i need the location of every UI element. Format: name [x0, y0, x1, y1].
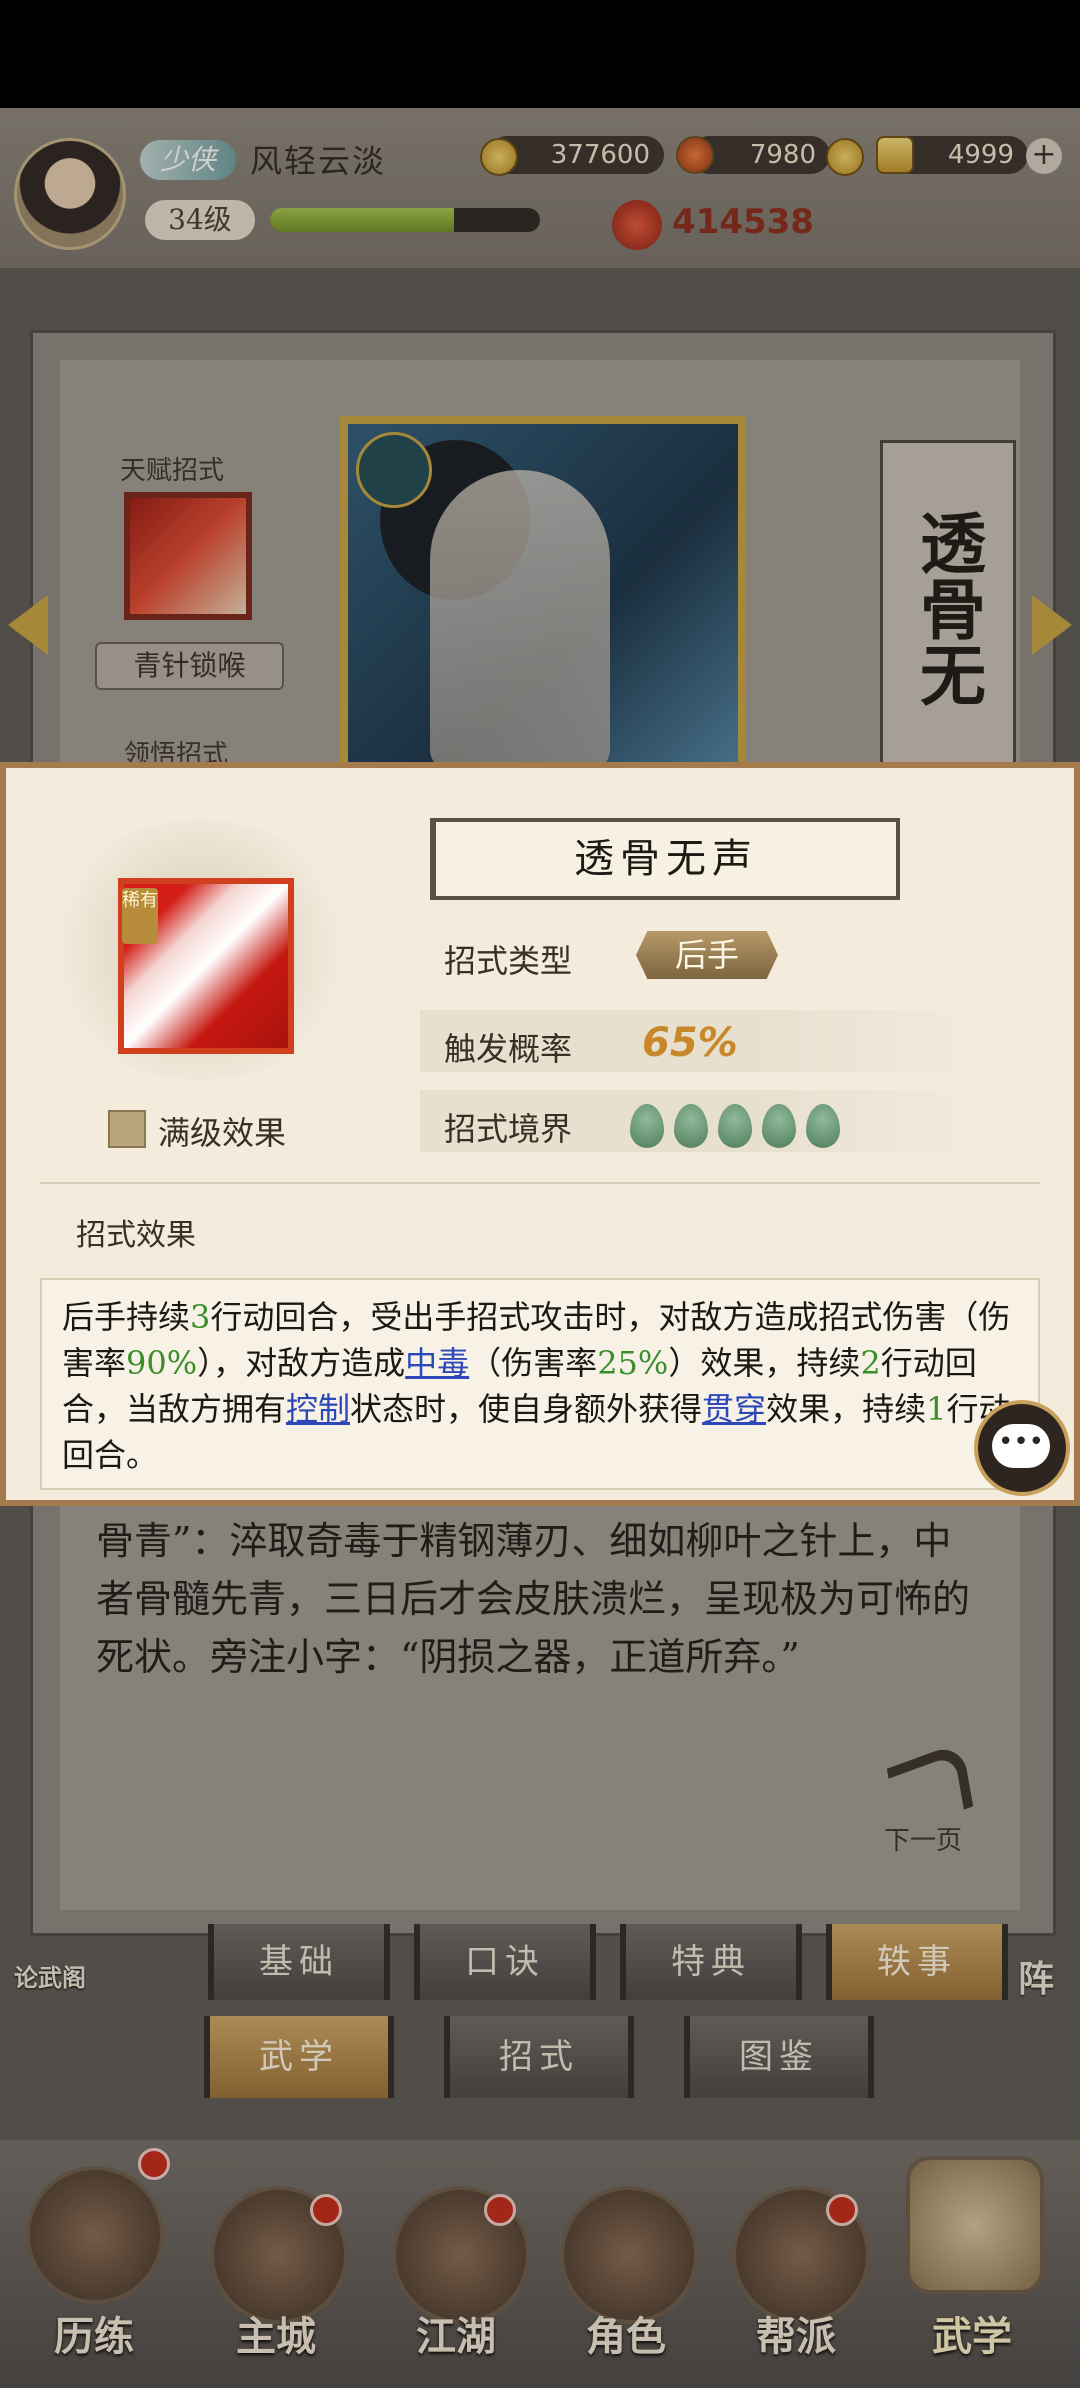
- effect-keyword-link[interactable]: 中毒: [405, 1344, 469, 1382]
- effect-keyword-link[interactable]: 贯穿: [702, 1390, 766, 1428]
- realm-tier-icon: [630, 1104, 664, 1148]
- effect-title: 招式效果: [76, 1218, 196, 1253]
- effect-description: 后手持续3行动回合，受出手招式攻击时，对敌方造成招式伤害（伤害率90%），对敌方…: [40, 1278, 1040, 1490]
- skill-type-badge: 后手: [636, 931, 778, 979]
- effect-number: 90%: [126, 1344, 198, 1382]
- realm-tier-icon: [806, 1104, 840, 1148]
- max-level-label[interactable]: 满级效果: [158, 1108, 286, 1154]
- effect-keyword-link[interactable]: 控制: [286, 1390, 350, 1428]
- trigger-rate-label: 触发概率: [444, 1030, 573, 1068]
- effect-text: ）效果，持续: [668, 1344, 861, 1382]
- effect-number: 3: [190, 1298, 211, 1336]
- trigger-rate-value: 65%: [642, 1020, 738, 1066]
- effect-number: 25%: [597, 1344, 669, 1382]
- effect-text: ），对敌方造成: [197, 1344, 406, 1382]
- max-level-checkbox[interactable]: [108, 1110, 146, 1148]
- rarity-tag: 稀有: [122, 888, 158, 944]
- status-bar: [0, 0, 1080, 108]
- realm-tier-icon: [718, 1104, 752, 1148]
- effect-text: 状态时，使自身额外获得: [350, 1390, 703, 1428]
- realm-label: 招式境界: [444, 1110, 573, 1148]
- effect-text: 效果，持续: [766, 1390, 927, 1428]
- divider: [40, 1182, 1040, 1184]
- skill-type-label: 招式类型: [444, 942, 573, 980]
- chat-icon[interactable]: •••: [992, 1424, 1050, 1468]
- effect-text: 后手持续: [62, 1298, 191, 1336]
- realm-tiers: [630, 1104, 840, 1148]
- effect-number: 2: [860, 1344, 881, 1382]
- realm-tier-icon: [762, 1104, 796, 1148]
- effect-text: （伤害率: [469, 1344, 598, 1382]
- realm-tier-icon: [674, 1104, 708, 1148]
- skill-title: 透骨无声: [432, 818, 900, 900]
- effect-number: 1: [926, 1390, 947, 1428]
